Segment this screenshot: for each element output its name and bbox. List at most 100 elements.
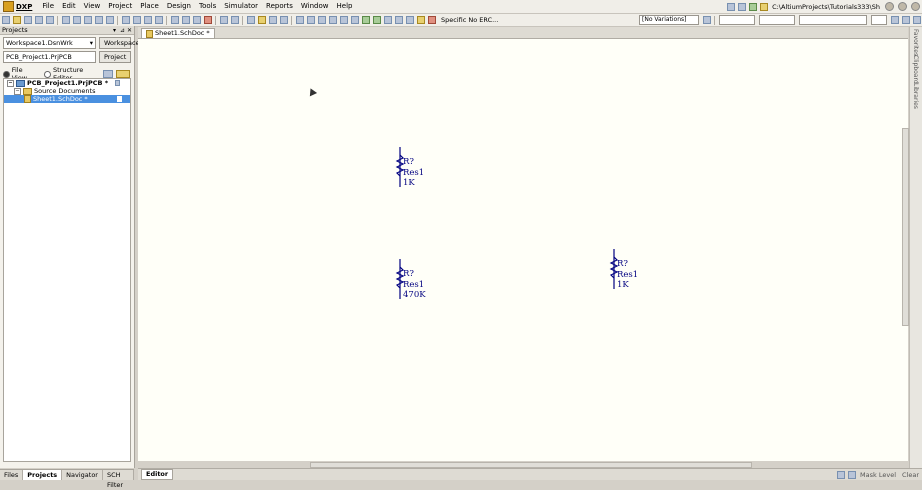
resistor-1-designator[interactable]: R?	[403, 157, 414, 167]
clear-button[interactable]: Clear	[902, 471, 919, 479]
tab-sch-filter[interactable]: SCH Filter	[103, 470, 134, 489]
schematic-canvas[interactable]: R? Res1 1K R? Res1 470K R? Res1 1K	[138, 39, 908, 461]
redo-icon[interactable]	[230, 16, 239, 24]
print-preview-icon[interactable]	[45, 16, 54, 24]
workspace-button[interactable]: Workspace	[99, 37, 140, 49]
cut-icon[interactable]	[121, 16, 130, 24]
sheet-symbol-icon[interactable]	[372, 16, 381, 24]
resistor-2[interactable]: R? Res1 470K	[395, 259, 426, 300]
tab-sheet1-schdoc[interactable]: Sheet1.SchDoc *	[141, 28, 215, 39]
variations-select[interactable]: [No Variations]	[639, 15, 699, 25]
zoom-in-icon[interactable]	[94, 16, 103, 24]
menu-simulator[interactable]: Simulator	[220, 0, 262, 13]
wire-icon[interactable]	[295, 16, 304, 24]
open-icon[interactable]	[12, 16, 21, 24]
select-icon[interactable]	[192, 16, 201, 24]
refresh-icon[interactable]	[898, 2, 907, 11]
dxp-menu[interactable]: DXP	[3, 1, 32, 12]
zoom-fit-icon[interactable]	[61, 16, 70, 24]
tree-item-sheet1[interactable]: Sheet1.SchDoc *	[4, 95, 130, 103]
rubber-stamp-icon[interactable]	[154, 16, 163, 24]
filter-combo-2[interactable]	[759, 15, 795, 25]
resistor-3-designator[interactable]: R?	[617, 259, 628, 269]
resistor-3[interactable]: R? Res1 1K	[609, 249, 638, 290]
project-field[interactable]: PCB_Project1.PrjPCB	[3, 51, 96, 63]
tab-libraries[interactable]: Libraries	[912, 83, 919, 109]
sheet-entry-icon[interactable]	[383, 16, 392, 24]
device-sheet-icon[interactable]	[394, 16, 403, 24]
harness-connector-icon[interactable]	[405, 16, 414, 24]
tab-navigator[interactable]: Navigator	[62, 470, 103, 480]
workspace-select[interactable]: Workspace1.DsnWrk ▾	[3, 37, 96, 49]
file-view-radio[interactable]	[3, 70, 10, 78]
menu-reports[interactable]: Reports	[262, 0, 297, 13]
bus-icon[interactable]	[306, 16, 315, 24]
no-erc-icon[interactable]	[427, 16, 436, 24]
place-component-icon[interactable]	[361, 16, 370, 24]
project-button[interactable]: Project	[99, 51, 131, 63]
new-icon[interactable]	[1, 16, 10, 24]
settings-icon[interactable]	[911, 2, 920, 11]
collapse-icon[interactable]: −	[14, 87, 21, 95]
resistor-1-value[interactable]: 1K	[403, 178, 415, 188]
hierarchy-icon[interactable]	[246, 16, 255, 24]
favorite-icon[interactable]	[759, 2, 768, 11]
resistor-2-comment[interactable]: Res1	[403, 280, 424, 290]
port-icon[interactable]	[416, 16, 425, 24]
more-tools-icon[interactable]	[912, 16, 921, 24]
panel-close-icon[interactable]: ✕	[127, 27, 132, 33]
tab-projects[interactable]: Projects	[23, 470, 63, 480]
paste-icon[interactable]	[143, 16, 152, 24]
go-icon[interactable]	[885, 2, 894, 11]
tree-item-project[interactable]: − PCB_Project1.PrjPCB *	[4, 79, 130, 87]
menu-edit[interactable]: Edit	[58, 0, 80, 13]
grid-icon[interactable]	[901, 16, 910, 24]
project-options-icon[interactable]	[102, 70, 114, 78]
filter-combo-1[interactable]	[719, 15, 755, 25]
resistor-2-value[interactable]: 470K	[403, 290, 426, 300]
resistor-1[interactable]: R? Res1 1K	[395, 147, 424, 188]
gnd-port-icon[interactable]	[339, 16, 348, 24]
filter-combo-4[interactable]	[871, 15, 887, 25]
tab-files[interactable]: Files	[0, 470, 24, 480]
select-area-icon[interactable]	[170, 16, 179, 24]
net-label-icon[interactable]	[328, 16, 337, 24]
pencil-icon[interactable]	[257, 16, 266, 24]
resistor-3-value[interactable]: 1K	[617, 280, 629, 290]
filter-combo-3[interactable]	[799, 15, 867, 25]
filter-options-icon[interactable]	[847, 470, 856, 479]
clear-selection-icon[interactable]	[203, 16, 212, 24]
menu-window[interactable]: Window	[297, 0, 333, 13]
resistor-3-comment[interactable]: Res1	[617, 270, 638, 280]
home-icon[interactable]	[748, 2, 757, 11]
collapse-icon[interactable]: −	[7, 79, 14, 87]
panel-pin-icon[interactable]: ⊿	[120, 27, 125, 33]
vertical-scrollbar[interactable]	[902, 128, 909, 326]
menu-design[interactable]: Design	[163, 0, 195, 13]
variant-manager-icon[interactable]	[702, 16, 711, 24]
zoom-out-icon[interactable]	[105, 16, 114, 24]
tab-clipboard[interactable]: Clipboard	[912, 55, 919, 84]
panel-menu-icon[interactable]: ▾	[113, 27, 118, 33]
menu-tools[interactable]: Tools	[195, 0, 220, 13]
print-icon[interactable]	[34, 16, 43, 24]
zoom-selected-icon[interactable]	[83, 16, 92, 24]
align-icon[interactable]	[890, 16, 899, 24]
tab-favorites[interactable]: Favorites	[912, 29, 919, 56]
tab-editor[interactable]: Editor	[141, 469, 174, 480]
document-path[interactable]: C:\AltiumProjects\Tutorials333\Sh	[769, 3, 883, 11]
signal-harness-icon[interactable]	[317, 16, 326, 24]
menu-help[interactable]: Help	[333, 0, 357, 13]
undo-icon[interactable]	[219, 16, 228, 24]
resistor-2-designator[interactable]: R?	[403, 269, 414, 279]
zoom-area-icon[interactable]	[72, 16, 81, 24]
mask-level-button[interactable]: Mask Level	[860, 471, 896, 479]
menu-file[interactable]: File	[38, 0, 58, 13]
project-folder-icon[interactable]	[116, 70, 130, 78]
erc-label[interactable]: Specific No ERC...	[441, 16, 498, 24]
menu-project[interactable]: Project	[104, 0, 136, 13]
save-icon[interactable]	[23, 16, 32, 24]
menu-place[interactable]: Place	[136, 0, 163, 13]
move-icon[interactable]	[181, 16, 190, 24]
clear-filter-icon[interactable]	[836, 470, 845, 479]
